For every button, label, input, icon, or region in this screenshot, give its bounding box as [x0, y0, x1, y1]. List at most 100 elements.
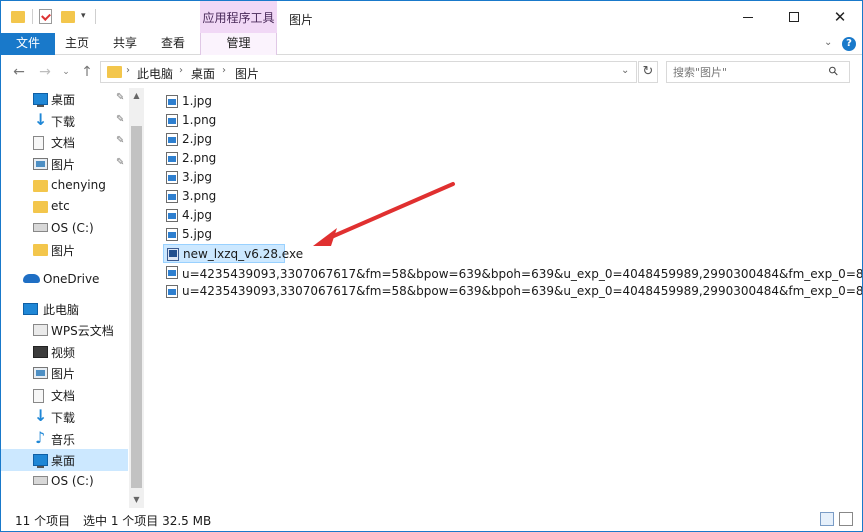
breadcrumb-separator[interactable]: › — [126, 65, 130, 76]
scroll-thumb[interactable] — [131, 126, 142, 488]
address-bar[interactable]: › 此电脑 › 桌面 › 图片 ⌄ — [100, 61, 637, 83]
sidebar-item-5[interactable]: etc — [1, 196, 128, 218]
tab-home[interactable]: 主页 — [57, 33, 97, 55]
maximize-button[interactable] — [771, 1, 817, 33]
drive-icon — [33, 476, 48, 485]
refresh-button[interactable]: ↻ — [638, 61, 658, 83]
download-icon — [33, 406, 48, 425]
search-icon[interactable]: ⚲ — [825, 63, 841, 79]
back-button[interactable]: ← — [9, 63, 29, 81]
sidebar-item-label: 桌面 — [51, 93, 76, 107]
sidebar-item-label: 视频 — [51, 346, 76, 360]
sidebar-item-label: OS (C:) — [51, 474, 94, 488]
sidebar-item-label: 图片 — [51, 244, 76, 258]
document-icon — [33, 389, 44, 403]
sidebar-item-7[interactable]: 图片 — [1, 239, 128, 261]
breadcrumb-this-pc[interactable]: 此电脑 — [137, 65, 173, 82]
search-box[interactable]: ⚲ — [666, 61, 850, 83]
toolbar-divider — [95, 9, 96, 24]
tab-view[interactable]: 查看 — [153, 33, 193, 55]
customize-quick-access-button[interactable]: ▾ — [81, 11, 86, 21]
sidebar-item-6[interactable]: OS (C:) — [1, 218, 128, 240]
sidebar-item-label: OS (C:) — [51, 221, 94, 235]
folder-icon — [107, 66, 122, 78]
tab-share[interactable]: 共享 — [105, 33, 145, 55]
sidebar-item-label: 此电脑 — [43, 303, 80, 317]
window-title: 图片 — [289, 13, 314, 27]
sidebar-item-label: OneDrive — [43, 272, 100, 286]
address-history-button[interactable]: ⌄ — [621, 65, 629, 76]
pin-icon[interactable]: ✎ — [116, 157, 124, 168]
sidebar-item-label: 下载 — [51, 115, 76, 129]
maximize-icon — [789, 12, 799, 22]
pictures-icon — [33, 158, 48, 170]
new-folder-icon[interactable] — [61, 11, 75, 23]
pin-icon[interactable]: ✎ — [116, 135, 124, 146]
expand-ribbon-button[interactable]: ⌄ — [824, 37, 832, 48]
address-row: ← → ⌄ ↑ › 此电脑 › 桌面 › 图片 ⌄ ↻ ⚲ — [1, 56, 862, 88]
sidebar-item-label: 下载 — [51, 411, 76, 425]
explorer-window: ▾ 应用程序工具 图片 ✕ 文件 主页 共享 查看 管理 ⌄ ? ← → ⌄ ↑… — [0, 0, 863, 532]
breadcrumb-desktop[interactable]: 桌面 — [191, 65, 215, 82]
properties-icon[interactable] — [39, 9, 52, 24]
forward-button[interactable]: → — [35, 63, 55, 81]
sidebar-item-9[interactable]: 此电脑 — [1, 298, 128, 320]
sidebar-item-15[interactable]: 音乐 — [1, 428, 128, 450]
close-button[interactable]: ✕ — [817, 1, 862, 33]
sidebar-item-4[interactable]: chenying — [1, 175, 128, 197]
item-count: 11 个项目 — [15, 514, 71, 528]
file-list: 1.jpg 1.png 2.jpg 2.png 3.jpg 3.png 4.jpg 5.jpg… — [151, 88, 862, 508]
sidebar-item-16[interactable]: 桌面 — [1, 449, 128, 471]
up-button[interactable]: ↑ — [77, 63, 97, 81]
sidebar-item-label: 图片 — [51, 158, 76, 172]
sidebar-item-label: etc — [51, 199, 70, 213]
sidebar-item-2[interactable]: 文档 ✎ — [1, 131, 128, 153]
toolbar-divider — [32, 9, 33, 24]
folder-icon — [11, 11, 25, 23]
wps-cloud-icon — [33, 324, 48, 336]
desktop-icon — [33, 454, 48, 468]
scroll-down-button[interactable]: ▼ — [129, 492, 144, 507]
sidebar-item-12[interactable]: 图片 — [1, 362, 128, 384]
help-icon[interactable]: ? — [842, 37, 856, 51]
breadcrumb-separator[interactable]: › — [222, 65, 226, 76]
annotation-arrow — [313, 182, 455, 246]
search-input[interactable] — [673, 65, 823, 79]
videos-icon — [33, 346, 48, 358]
sidebar-item-17[interactable]: OS (C:) — [1, 471, 128, 493]
pin-icon[interactable]: ✎ — [116, 92, 124, 103]
sidebar-item-1[interactable]: 下载 ✎ — [1, 110, 128, 132]
recent-locations-button[interactable]: ⌄ — [60, 63, 72, 81]
sidebar-item-14[interactable]: 下载 — [1, 406, 128, 428]
sidebar-item-11[interactable]: 视频 — [1, 341, 128, 363]
selection-info: 选中 1 个项目 32.5 MB — [83, 514, 212, 528]
folder-icon — [33, 244, 48, 256]
document-icon — [33, 136, 44, 150]
sidebar-item-label: 音乐 — [51, 433, 76, 447]
sidebar-item-8[interactable]: OneDrive — [1, 269, 128, 291]
download-icon — [33, 110, 48, 129]
sidebar-item-0[interactable]: 桌面 ✎ — [1, 88, 128, 110]
tab-manage[interactable]: 管理 — [200, 33, 277, 55]
breadcrumb-pictures[interactable]: 图片 — [235, 65, 259, 82]
sidebar-item-label: 文档 — [51, 136, 76, 150]
details-view-button[interactable] — [820, 512, 834, 526]
sidebar-item-label: 文档 — [51, 389, 76, 403]
title-bar: ▾ 应用程序工具 图片 ✕ — [1, 1, 862, 33]
sidebar-item-13[interactable]: 文档 — [1, 384, 128, 406]
pictures-icon — [33, 367, 48, 379]
scroll-up-button[interactable]: ▲ — [129, 88, 144, 103]
large-icons-view-button[interactable] — [839, 512, 853, 526]
minimize-button[interactable] — [725, 1, 771, 33]
breadcrumb-separator[interactable]: › — [179, 65, 183, 76]
contextual-tab-title: 应用程序工具 — [200, 1, 277, 33]
drive-icon — [33, 223, 48, 232]
tab-file[interactable]: 文件 — [1, 33, 55, 55]
sidebar-item-3[interactable]: 图片 ✎ — [1, 153, 128, 175]
sidebar-item-10[interactable]: WPS云文档 — [1, 319, 128, 341]
pin-icon[interactable]: ✎ — [116, 114, 124, 125]
sidebar-item-label: 图片 — [51, 367, 76, 381]
status-bar: 11 个项目 选中 1 个项目 32.5 MB — [1, 508, 862, 531]
nav-scrollbar[interactable]: ▲ ▼ — [129, 88, 144, 508]
folder-icon — [33, 180, 48, 192]
